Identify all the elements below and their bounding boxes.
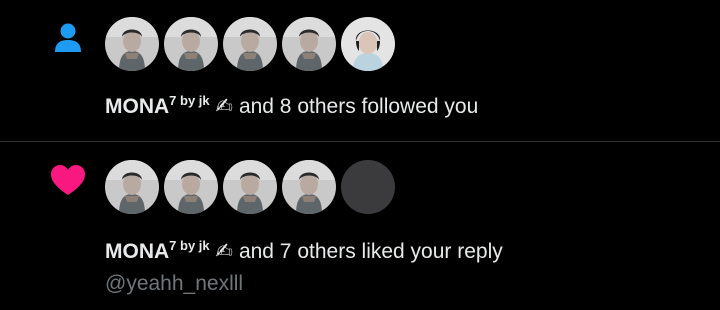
- avatar[interactable]: [105, 160, 159, 214]
- actor-name-superscript: 7 by jk: [169, 238, 210, 253]
- avatar[interactable]: [341, 17, 395, 71]
- notification-follow[interactable]: MONA7 by jk ✍ and 8 others followed you: [0, 0, 720, 141]
- heart-icon: [48, 161, 88, 201]
- notification-text: MONA7 by jk ✍ and 8 others followed you: [105, 88, 478, 120]
- avatar[interactable]: [282, 17, 336, 71]
- notification-summary: and 7 others liked your reply: [238, 240, 503, 263]
- actor-name-text: MONA: [105, 240, 170, 263]
- actor-name[interactable]: MONA7 by jk ✍: [105, 238, 234, 263]
- avatar-row: [105, 160, 395, 214]
- avatar[interactable]: [223, 17, 277, 71]
- notification-text: MONA7 by jk ✍ and 7 others liked your re…: [105, 233, 503, 265]
- actor-name-text: MONA: [105, 95, 170, 118]
- avatar[interactable]: [164, 160, 218, 214]
- avatar[interactable]: [105, 17, 159, 71]
- avatar[interactable]: [164, 17, 218, 71]
- actor-name-superscript: 7 by jk: [169, 93, 210, 108]
- avatar-row: [105, 17, 395, 71]
- person-icon: [48, 18, 88, 58]
- avatar-placeholder[interactable]: [341, 160, 395, 214]
- notification-like[interactable]: MONA7 by jk ✍ and 7 others liked your re…: [0, 142, 720, 310]
- actor-name[interactable]: MONA7 by jk ✍: [105, 93, 234, 118]
- writing-hand-icon: ✍: [215, 240, 234, 263]
- quoted-handle[interactable]: @yeahh_nexlll: [105, 271, 243, 297]
- writing-hand-icon: ✍: [215, 95, 234, 118]
- avatar[interactable]: [282, 160, 336, 214]
- notification-summary: and 8 others followed you: [238, 95, 479, 118]
- avatar[interactable]: [223, 160, 277, 214]
